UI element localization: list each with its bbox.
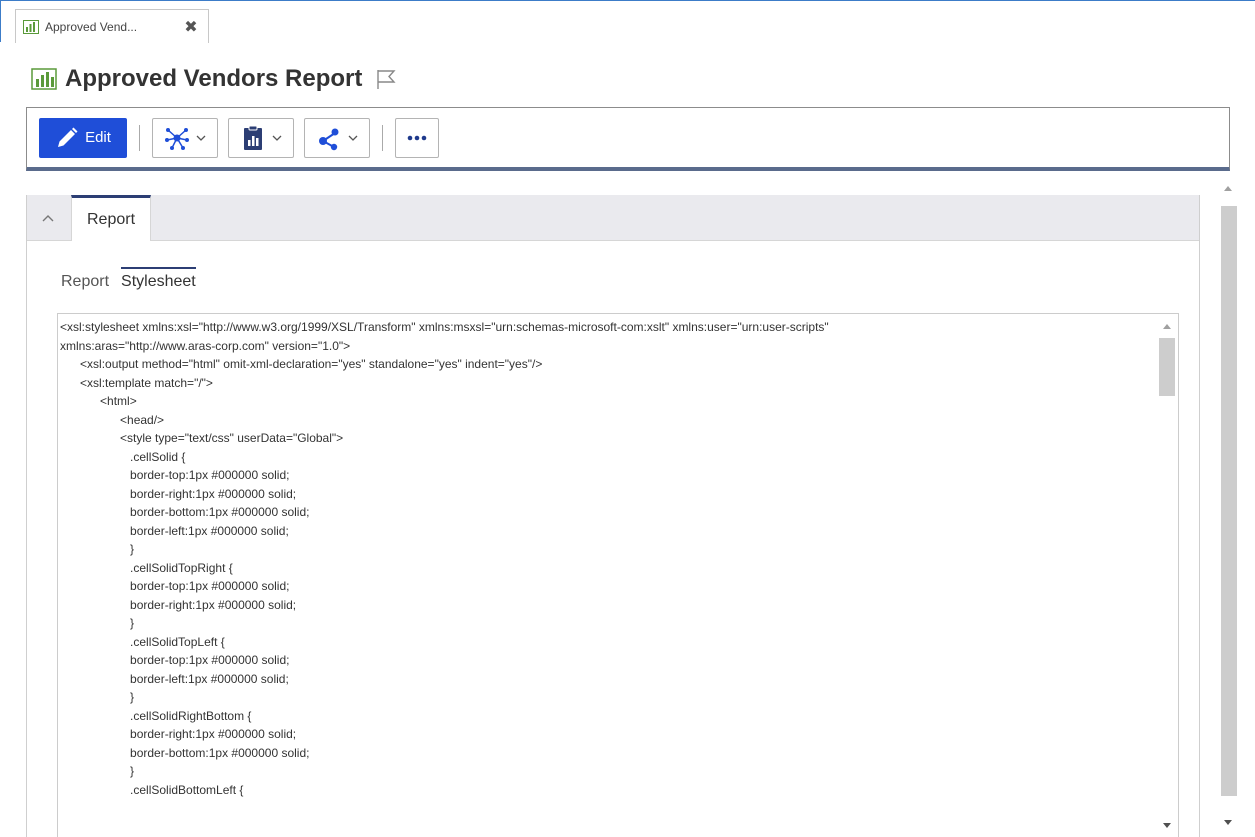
editor-scrollbar[interactable]: [1154, 314, 1178, 837]
scroll-up-icon[interactable]: [1223, 184, 1233, 192]
network-dropdown-button[interactable]: [152, 117, 218, 158]
chevron-down-icon: [348, 135, 358, 141]
report-dropdown-button[interactable]: [228, 117, 294, 158]
window-tab-strip: Approved Vend... ✖: [0, 0, 1255, 43]
share-icon: [319, 128, 339, 150]
toolbar-separator: [382, 124, 383, 151]
stylesheet-code[interactable]: <xsl:stylesheet xmlns:xsl="http://www.w3…: [60, 318, 1150, 799]
page-scrollbar-thumb[interactable]: [1221, 206, 1237, 796]
more-button[interactable]: [395, 117, 439, 158]
editor-scrollbar-thumb[interactable]: [1159, 338, 1175, 396]
close-icon[interactable]: ✖: [182, 17, 200, 37]
report-clipboard-icon: [244, 125, 262, 150]
title-row: Approved Vendors Report: [31, 62, 398, 96]
chevron-down-icon: [272, 135, 282, 141]
scroll-up-icon[interactable]: [1162, 322, 1172, 330]
toolbar-separator: [139, 124, 140, 151]
network-icon: [165, 127, 189, 150]
page-scrollbar[interactable]: [1217, 178, 1239, 837]
document-tab-label: Approved Vend...: [45, 19, 138, 34]
report-panel: Report Report Stylesheet <xsl:stylesheet…: [26, 195, 1200, 837]
edit-button[interactable]: Edit: [39, 117, 127, 158]
panel-header: Report: [27, 195, 1199, 241]
sub-tab-report[interactable]: Report: [61, 267, 109, 303]
toolbar: Edit: [26, 107, 1230, 171]
report-chart-icon: [23, 19, 39, 34]
sub-tab-stylesheet[interactable]: Stylesheet: [121, 267, 196, 303]
stylesheet-editor[interactable]: <xsl:stylesheet xmlns:xsl="http://www.w3…: [57, 313, 1179, 837]
report-chart-icon: [31, 68, 57, 90]
chevron-down-icon: [196, 135, 206, 141]
edit-button-label: Edit: [85, 129, 111, 146]
scroll-down-icon[interactable]: [1162, 822, 1172, 830]
chevron-up-icon[interactable]: [41, 211, 55, 225]
sub-tabs: Report Stylesheet: [61, 267, 208, 303]
page-title: Approved Vendors Report: [65, 65, 363, 92]
pencil-icon: [58, 127, 78, 147]
document-tab[interactable]: Approved Vend... ✖: [15, 9, 209, 43]
flag-icon[interactable]: [374, 67, 398, 91]
share-dropdown-button[interactable]: [304, 117, 370, 158]
more-icon: [407, 135, 427, 140]
tab-report-section[interactable]: Report: [71, 195, 151, 241]
scroll-down-icon[interactable]: [1223, 819, 1233, 827]
